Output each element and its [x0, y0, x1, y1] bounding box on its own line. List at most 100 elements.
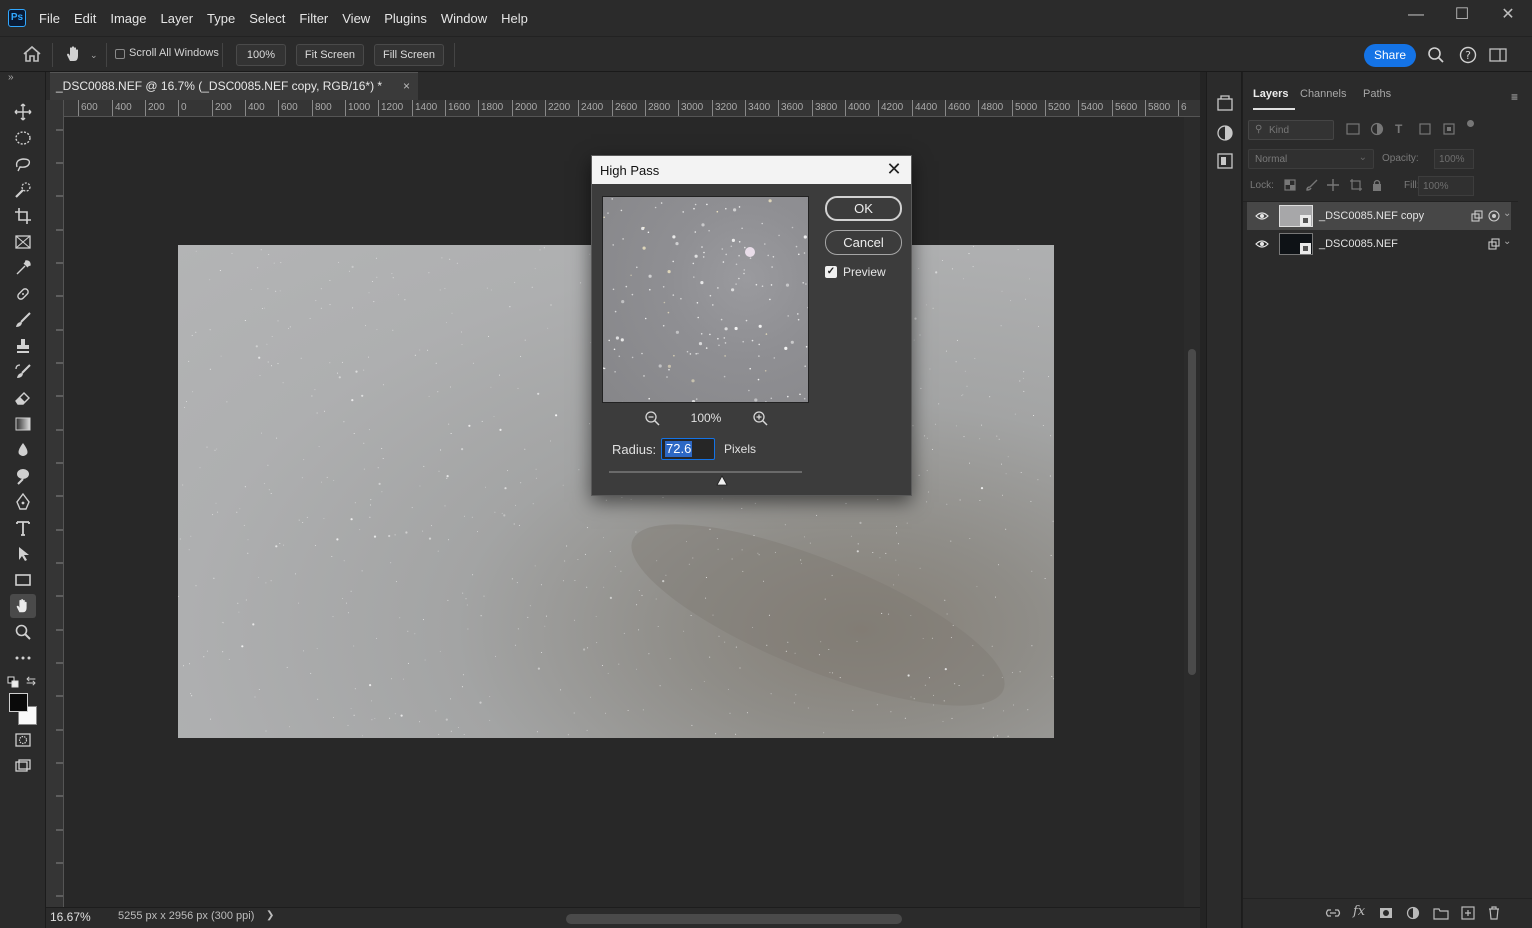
quick-selection-icon[interactable]: [10, 178, 36, 202]
zoom-in-icon[interactable]: [752, 410, 768, 429]
fx-icon[interactable]: fx: [1353, 904, 1365, 919]
help-icon[interactable]: ?: [1459, 46, 1477, 67]
zoom-tool-icon[interactable]: [10, 620, 36, 644]
delete-layer-icon[interactable]: [1487, 906, 1501, 923]
lock-artboard-icon[interactable]: [1349, 178, 1363, 195]
lock-position-icon[interactable]: [1326, 178, 1340, 195]
scroll-all-windows-checkbox[interactable]: [115, 49, 125, 59]
more-tools-icon[interactable]: [10, 646, 36, 670]
preview-checkbox[interactable]: ✓: [825, 266, 837, 278]
zoom-out-icon[interactable]: [644, 410, 660, 429]
menu-plugins[interactable]: Plugins: [377, 11, 434, 26]
clone-stamp-icon[interactable]: [10, 334, 36, 358]
history-brush-icon[interactable]: [10, 360, 36, 384]
search-icon[interactable]: [1427, 46, 1445, 67]
adjustments-icon[interactable]: [1216, 124, 1234, 145]
lasso-tool-icon[interactable]: [10, 152, 36, 176]
menu-layer[interactable]: Layer: [154, 11, 201, 26]
add-mask-icon[interactable]: [1379, 906, 1393, 923]
share-button[interactable]: Share: [1364, 44, 1416, 67]
minimize-button[interactable]: —: [1394, 4, 1438, 28]
close-window-button[interactable]: ✕: [1486, 4, 1530, 28]
rectangle-tool-icon[interactable]: [10, 568, 36, 592]
filter-adjustment-icon[interactable]: [1370, 122, 1384, 139]
link-icon[interactable]: [1471, 210, 1483, 225]
menu-window[interactable]: Window: [434, 11, 494, 26]
tab-layers[interactable]: Layers: [1253, 88, 1288, 100]
chevron-down-icon[interactable]: ⌄: [1503, 208, 1511, 219]
filter-shape-icon[interactable]: [1418, 122, 1432, 139]
menu-help[interactable]: Help: [494, 11, 535, 26]
ok-button[interactable]: OK: [825, 196, 902, 221]
lock-pixels-icon[interactable]: [1305, 178, 1319, 195]
frame-tool-icon[interactable]: [10, 230, 36, 254]
zoom-100-button[interactable]: 100%: [236, 44, 286, 66]
eye-icon[interactable]: [1255, 238, 1269, 252]
tab-channels[interactable]: Channels: [1300, 88, 1346, 100]
chevron-down-icon[interactable]: ⌄: [1503, 236, 1511, 247]
hand-tool-preset-icon[interactable]: [64, 44, 84, 67]
fit-screen-button[interactable]: Fit Screen: [296, 44, 364, 66]
eye-icon[interactable]: [1255, 210, 1269, 224]
lock-all-icon[interactable]: [1370, 178, 1384, 195]
layer-row[interactable]: _DSC0085.NEF copy ⌄: [1247, 202, 1511, 230]
blend-mode-select[interactable]: Normal ⌄: [1248, 149, 1374, 169]
maximize-button[interactable]: ☐: [1440, 4, 1484, 28]
link-icon[interactable]: [1488, 238, 1500, 253]
blur-tool-icon[interactable]: [10, 438, 36, 462]
new-layer-icon[interactable]: [1461, 906, 1475, 923]
filter-preview[interactable]: [602, 196, 809, 403]
libraries-icon[interactable]: [1216, 94, 1234, 115]
menu-select[interactable]: Select: [242, 11, 292, 26]
pen-tool-icon[interactable]: [10, 490, 36, 514]
menu-image[interactable]: Image: [103, 11, 153, 26]
layer-row[interactable]: _DSC0085.NEF ⌄: [1247, 230, 1511, 258]
healing-brush-icon[interactable]: [10, 282, 36, 306]
document-tab[interactable]: _DSC0088.NEF @ 16.7% (_DSC0085.NEF copy,…: [50, 72, 418, 100]
gradient-tool-icon[interactable]: [10, 412, 36, 436]
radius-slider-track[interactable]: [609, 471, 802, 473]
close-icon[interactable]: ✕: [883, 159, 905, 180]
smart-filter-icon[interactable]: [1488, 210, 1500, 225]
filter-kind-select[interactable]: ⚲ Kind: [1248, 120, 1334, 140]
foreground-color-swatch[interactable]: [9, 693, 28, 712]
brush-tool-icon[interactable]: [10, 308, 36, 332]
cancel-button[interactable]: Cancel: [825, 230, 902, 255]
horizontal-scroll-thumb[interactable]: [566, 914, 902, 924]
filter-toggle-icon[interactable]: [1467, 120, 1474, 127]
status-menu-arrow[interactable]: ❯: [266, 910, 274, 921]
workspace-icon[interactable]: [1489, 47, 1507, 66]
chevron-down-icon[interactable]: ⌄: [90, 50, 98, 61]
elliptical-marquee-icon[interactable]: [10, 126, 36, 150]
vertical-scroll-thumb[interactable]: [1188, 349, 1196, 675]
link-layers-icon[interactable]: [1325, 907, 1341, 922]
vertical-scrollbar[interactable]: [1184, 117, 1200, 907]
radius-slider-thumb[interactable]: [716, 475, 728, 489]
filter-pixel-icon[interactable]: [1346, 122, 1360, 139]
radius-input[interactable]: 72.6: [661, 438, 715, 460]
fill-screen-button[interactable]: Fill Screen: [374, 44, 444, 66]
dialog-title-bar[interactable]: High Pass ✕: [592, 156, 911, 184]
hand-tool-icon[interactable]: [10, 594, 36, 618]
menu-file[interactable]: File: [32, 11, 67, 26]
panel-menu-icon[interactable]: ≡: [1511, 90, 1518, 104]
menu-type[interactable]: Type: [200, 11, 242, 26]
dodge-tool-icon[interactable]: [10, 464, 36, 488]
default-colors-icon[interactable]: [7, 676, 19, 691]
move-tool-icon[interactable]: [10, 100, 36, 124]
path-selection-icon[interactable]: [10, 542, 36, 566]
filter-type-icon[interactable]: T: [1395, 122, 1402, 136]
close-tab-icon[interactable]: ×: [403, 73, 410, 99]
lock-transparent-icon[interactable]: [1283, 178, 1297, 195]
filter-smart-object-icon[interactable]: [1442, 122, 1456, 139]
new-group-icon[interactable]: [1433, 906, 1449, 923]
fill-field[interactable]: 100%: [1418, 176, 1474, 196]
menu-view[interactable]: View: [335, 11, 377, 26]
properties-icon[interactable]: [1216, 152, 1234, 173]
new-adjustment-icon[interactable]: [1406, 906, 1420, 923]
swap-colors-icon[interactable]: ⇆: [26, 674, 36, 688]
zoom-level[interactable]: 16.67%: [50, 910, 91, 924]
type-tool-icon[interactable]: [10, 516, 36, 540]
menu-edit[interactable]: Edit: [67, 11, 103, 26]
home-icon[interactable]: [22, 45, 42, 66]
